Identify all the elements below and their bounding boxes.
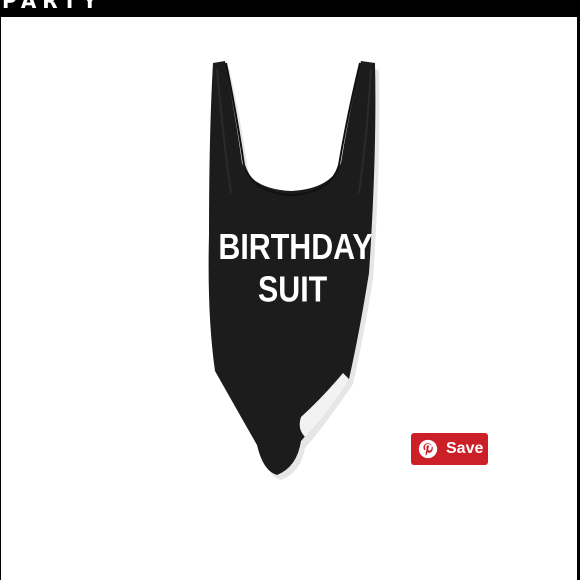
pinterest-save-button[interactable]: Save <box>411 433 488 465</box>
pinterest-icon <box>418 439 438 459</box>
top-banner: PARTY <box>0 0 580 17</box>
save-label: Save <box>446 440 484 457</box>
product-image-area: BIRTHDAY SUIT Save <box>1 17 577 580</box>
banner-title: PARTY <box>2 0 103 13</box>
screenshot-frame: PARTY BIRTHDAY SUIT Save <box>0 0 580 580</box>
print-line-1: BIRTHDAY <box>218 228 372 268</box>
swimsuit-image: BIRTHDAY SUIT <box>208 61 380 480</box>
swimsuit-body <box>208 61 376 475</box>
print-line-2: SUIT <box>258 270 327 310</box>
